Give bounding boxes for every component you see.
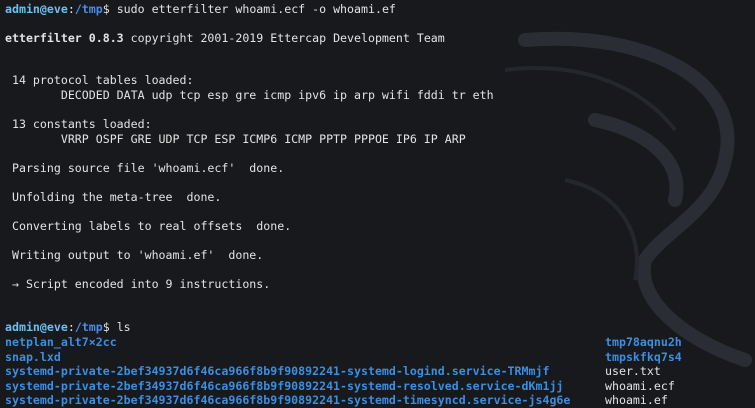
prompt-symbol: $ [102, 320, 110, 334]
ls-output: netplan_alt7×2cc tmp78aqnu2h snap.lxd tm… [5, 335, 750, 408]
command-text: sudo etterfilter whoami.ecf -o whoami.ef [109, 2, 396, 16]
ls-entry: tmpskfkq7s4 [605, 349, 682, 364]
terminal-window[interactable]: admin@eve:/tmp$ sudo etterfilter whoami.… [0, 0, 755, 407]
output-converting: Converting labels to real offsets done. [5, 219, 292, 233]
command-text: ls [109, 320, 131, 334]
prompt-separator: : [67, 2, 75, 16]
ls-entry: whoami.ef [605, 393, 668, 407]
list-item: snap.lxd tmpskfkq7s4 [5, 350, 750, 365]
ls-entry: systemd-private-2bef34937d6f46ca966f8b9f… [5, 393, 571, 407]
output-parsing: Parsing source file 'whoami.ecf' done. [5, 161, 285, 175]
ls-entry: systemd-private-2bef34937d6f46ca966f8b9f… [5, 364, 550, 378]
banner-line: etterfilter 0.8.3 copyright 2001-2019 Et… [5, 31, 445, 45]
prompt-path: /tmp [74, 320, 103, 334]
banner-name: etterfilter 0.8.3 [5, 31, 124, 45]
prompt-user: admin@eve [5, 320, 68, 334]
output-constants: 13 constants loaded: [5, 117, 152, 131]
ls-entry: tmp78aqnu2h [605, 335, 682, 349]
ls-entry: whoami.ecf [605, 378, 675, 393]
list-item: systemd-private-2bef34937d6f46ca966f8b9f… [5, 393, 750, 408]
prompt-separator: : [67, 320, 75, 334]
list-item: systemd-private-2bef34937d6f46ca966f8b9f… [5, 379, 750, 394]
output-script-encoded: → Script encoded into 9 instructions. [5, 277, 271, 291]
output-protocols: 14 protocol tables loaded: [5, 73, 194, 87]
prompt-symbol: $ [102, 2, 110, 16]
output-writing: Writing output to 'whoami.ef' done. [5, 248, 264, 262]
ls-entry: systemd-private-2bef34937d6f46ca966f8b9f… [5, 378, 564, 393]
prompt-line-1: admin@eve:/tmp$ sudo etterfilter whoami.… [5, 2, 396, 16]
prompt-user: admin@eve [5, 2, 68, 16]
prompt-path: /tmp [74, 2, 103, 16]
output-unfolding: Unfolding the meta-tree done. [5, 190, 222, 204]
ls-entry: snap.lxd [5, 349, 61, 364]
banner-copyright: copyright 2001-2019 Ettercap Development… [123, 31, 445, 45]
list-item: systemd-private-2bef34937d6f46ca966f8b9f… [5, 364, 750, 379]
output-protocols-list: DECODED DATA udp tcp esp gre icmp ipv6 i… [5, 88, 494, 102]
ls-entry: netplan_alt7×2cc [5, 335, 117, 349]
list-item: netplan_alt7×2cc tmp78aqnu2h [5, 335, 750, 350]
prompt-line-2: admin@eve:/tmp$ ls [5, 320, 131, 334]
output-constants-list: VRRP OSPF GRE UDP TCP ESP ICMP6 ICMP PPT… [5, 132, 466, 146]
ls-entry: user.txt [605, 364, 661, 378]
